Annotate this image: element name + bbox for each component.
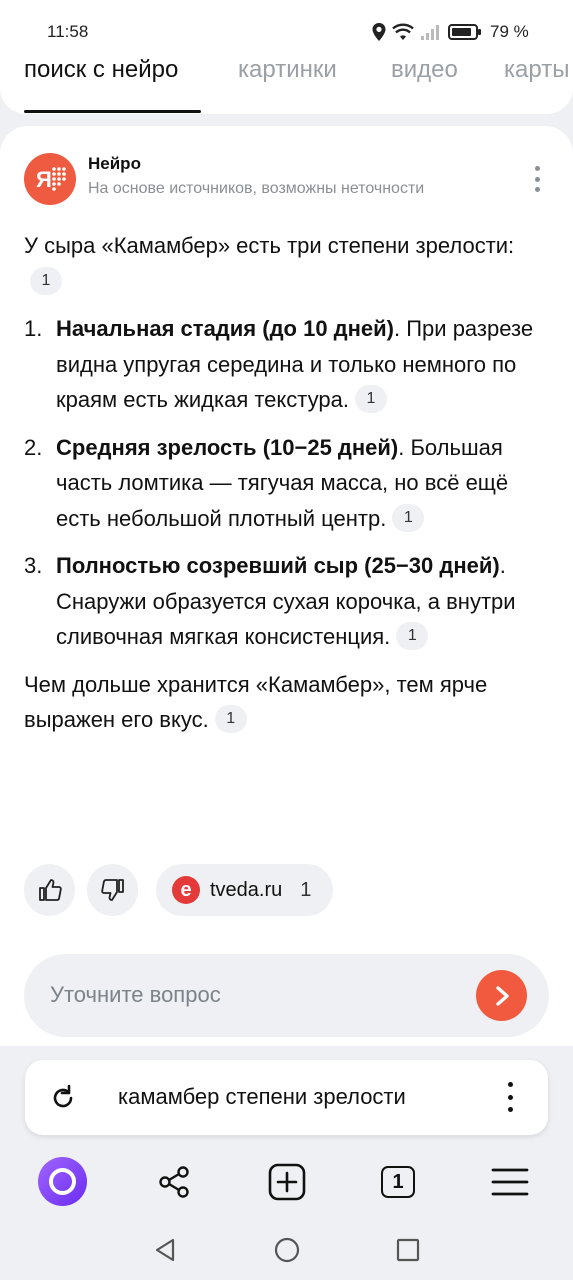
home-button[interactable]: [273, 1236, 301, 1264]
send-button[interactable]: [476, 970, 527, 1021]
tab-count: 1: [381, 1166, 415, 1198]
source-count: 1: [300, 878, 312, 901]
list-number: 1.: [24, 316, 43, 341]
active-tab-underline: [24, 110, 201, 113]
hamburger-menu-icon: [491, 1168, 529, 1196]
battery-percent: 79 %: [490, 22, 529, 41]
list-item-heading: Начальная стадия (до 10 дней): [56, 316, 395, 341]
alice-assistant-button[interactable]: [38, 1157, 87, 1206]
new-tab-button[interactable]: [263, 1158, 311, 1206]
tabs-button[interactable]: 1: [374, 1158, 422, 1206]
answer-closing: Чем дольше хранится «Камамбер», тем ярче…: [24, 667, 549, 738]
citation-badge[interactable]: 1: [396, 622, 429, 651]
status-bar: 11:58 79 %: [0, 0, 573, 54]
dislike-button[interactable]: [87, 864, 138, 916]
back-button[interactable]: [151, 1236, 179, 1264]
recents-button[interactable]: [394, 1236, 422, 1264]
tab-images[interactable]: картинки: [238, 56, 337, 84]
battery-icon: [448, 24, 481, 40]
back-triangle-icon: [155, 1238, 175, 1262]
browser-toolbar: 1: [0, 1148, 573, 1214]
search-query-text[interactable]: камамбер степени зрелости: [118, 1084, 406, 1110]
source-logo-icon: e: [172, 876, 200, 904]
neuro-answer-card: Я Нейро На основе источников, возможны н…: [0, 126, 573, 1046]
neuro-logo: Я: [24, 153, 76, 205]
neuro-logo-icon: Я: [36, 167, 66, 192]
source-name: tveda.ru: [210, 878, 283, 901]
thumbs-down-icon: [100, 879, 124, 901]
neuro-header: Я Нейро На основе источников, возможны н…: [24, 152, 549, 206]
tab-neuro-search[interactable]: поиск с нейро: [24, 56, 178, 84]
list-item-heading: Полностью созревший сыр (25−30 дней): [56, 553, 500, 578]
answer-text: У сыра «Камамбер» есть три степени зрело…: [24, 228, 549, 738]
home-circle-icon: [274, 1237, 300, 1263]
citation-badge[interactable]: 1: [30, 266, 62, 295]
list-number: 3.: [24, 553, 43, 578]
answer-list: 1. Начальная стадия (до 10 дней). При ра…: [24, 311, 549, 655]
clarify-question-input[interactable]: Уточните вопрос: [24, 954, 549, 1037]
wifi-icon: [392, 23, 414, 40]
list-item: 3. Полностью созревший сыр (25−30 дней).…: [24, 548, 549, 655]
plus-square-icon: [268, 1163, 306, 1201]
address-bar-menu-icon[interactable]: [508, 1082, 514, 1112]
neuro-subtitle: На основе источников, возможны неточност…: [88, 180, 425, 197]
chevron-right-icon: [495, 985, 509, 1006]
list-number: 2.: [24, 434, 43, 460]
list-item-heading: Средняя зрелость (10−25 дней): [56, 434, 399, 460]
neuro-logo-letter: Я: [36, 167, 52, 192]
neuro-more-menu-icon[interactable]: [525, 164, 549, 194]
list-item: 2. Средняя зрелость (10−25 дней). Больша…: [24, 430, 549, 537]
tab-maps[interactable]: карты: [504, 56, 569, 84]
share-button[interactable]: [150, 1158, 198, 1206]
answer-intro-text: У сыра «Камамбер» есть три степени зрело…: [24, 233, 515, 258]
signal-icon: [421, 25, 439, 40]
list-item: 1. Начальная стадия (до 10 дней). При ра…: [24, 311, 549, 418]
answer-closing-text: Чем дольше хранится «Камамбер», тем ярче…: [24, 671, 488, 733]
neuro-title: Нейро: [88, 154, 141, 173]
menu-button[interactable]: [486, 1158, 534, 1206]
system-navigation-bar: [0, 1220, 573, 1280]
feedback-row: e tveda.ru 1: [24, 864, 334, 916]
citation-badge[interactable]: 1: [392, 503, 425, 532]
share-icon: [159, 1166, 189, 1198]
source-chip[interactable]: e tveda.ru 1: [156, 864, 334, 916]
top-panel: 11:58 79 % поиск с нейро картинки видео …: [0, 0, 573, 114]
status-time: 11:58: [47, 22, 89, 41]
location-icon: [372, 23, 386, 41]
address-bar[interactable]: камамбер степени зрелости: [25, 1060, 548, 1135]
clarify-question-placeholder: Уточните вопрос: [50, 982, 221, 1007]
status-icons: 79 %: [372, 22, 529, 42]
citation-badge[interactable]: 1: [214, 705, 247, 734]
alice-icon: [49, 1168, 76, 1195]
citation-badge[interactable]: 1: [354, 385, 387, 414]
thumbs-up-icon: [38, 879, 62, 901]
recents-square-icon: [396, 1238, 420, 1262]
tab-video[interactable]: видео: [391, 56, 458, 84]
answer-intro: У сыра «Камамбер» есть три степени зрело…: [24, 228, 549, 299]
reload-icon[interactable]: [49, 1084, 77, 1112]
like-button[interactable]: [24, 864, 75, 916]
